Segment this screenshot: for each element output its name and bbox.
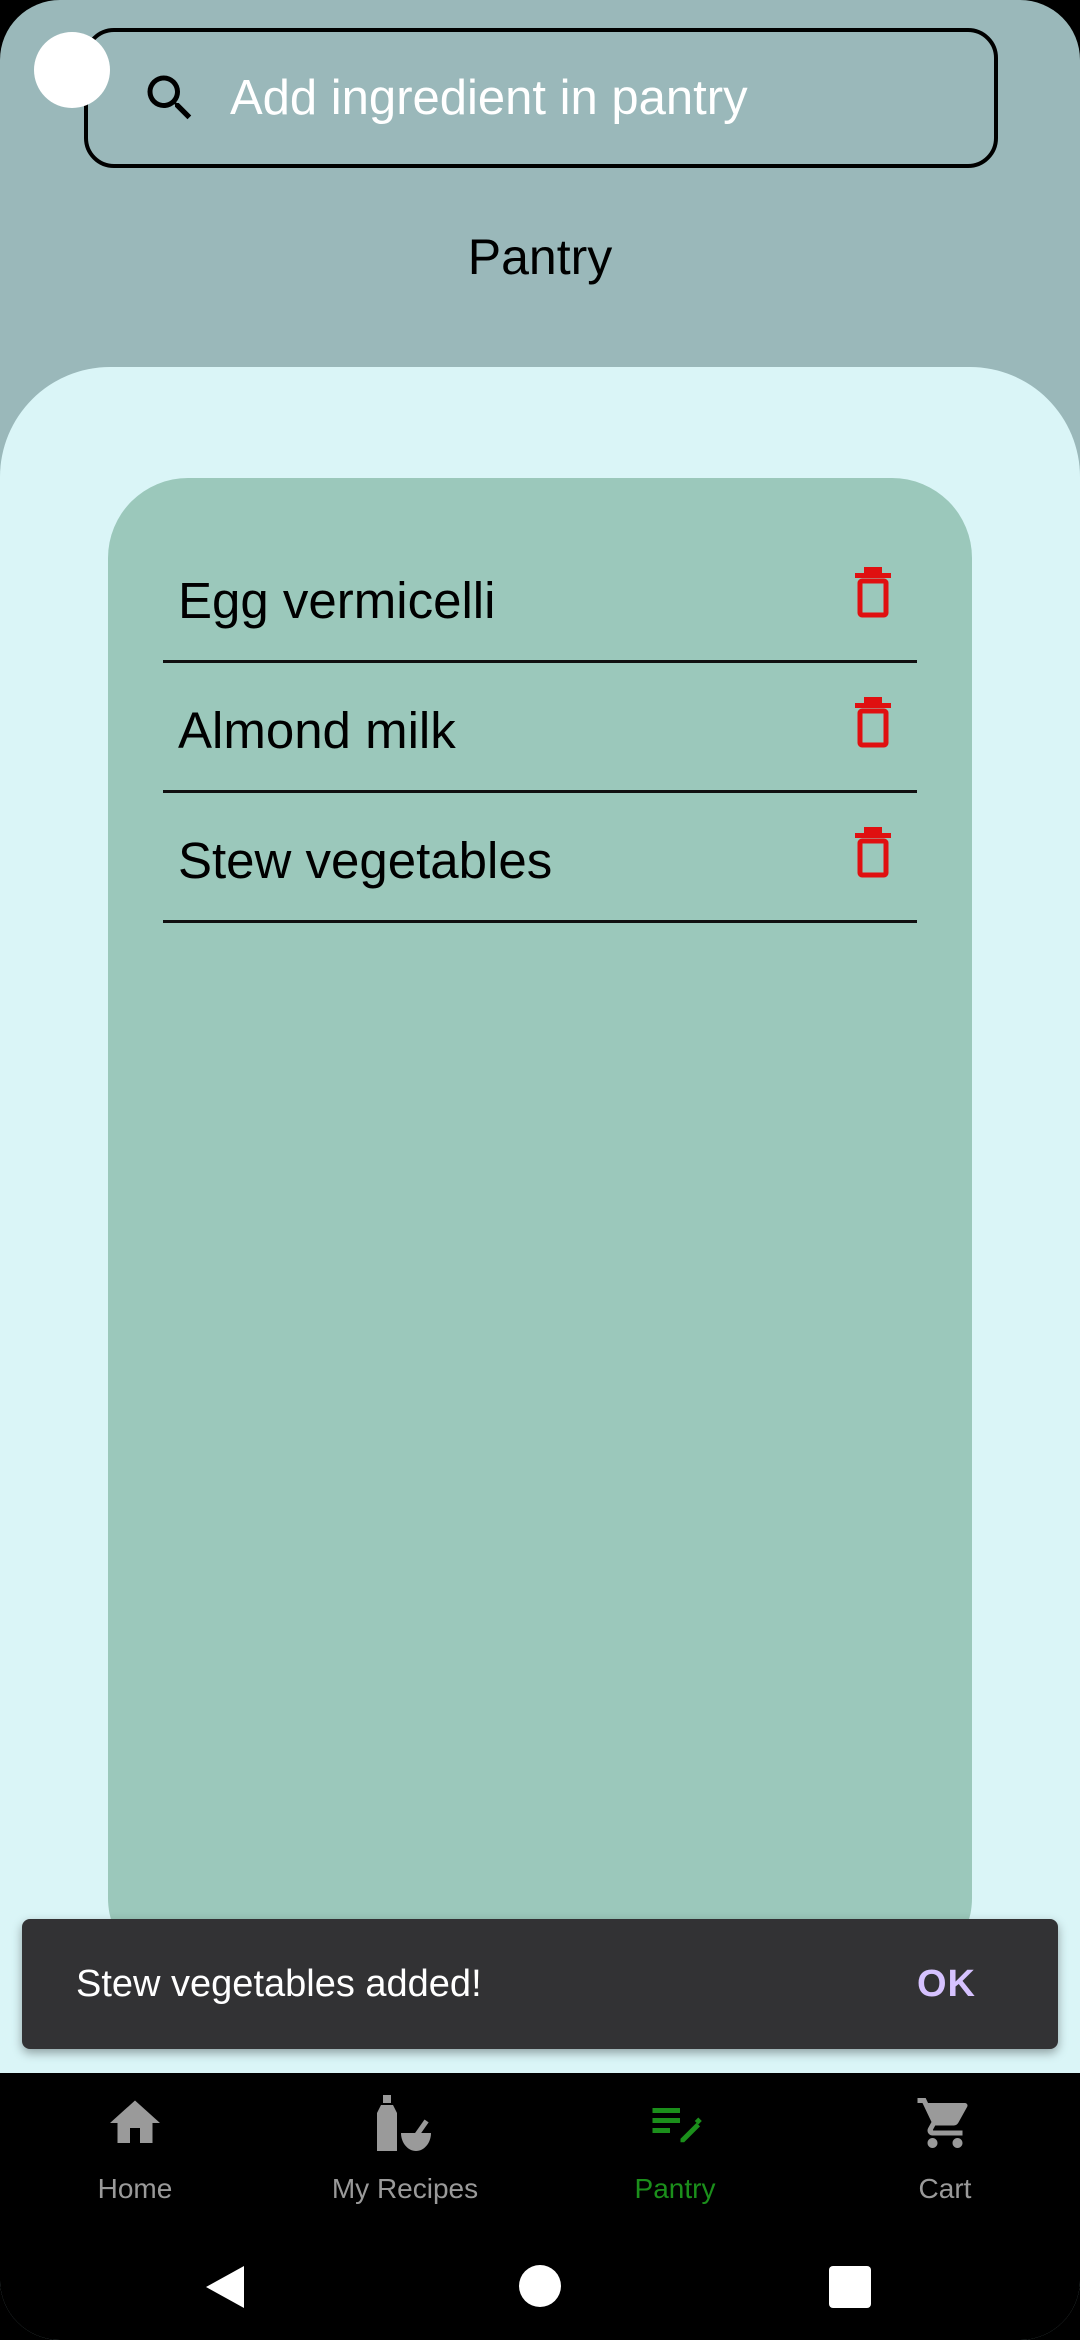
system-navigation-bar (0, 2240, 1080, 2340)
recipes-icon (377, 2095, 431, 2151)
camera-cutout (34, 32, 110, 108)
list-item: Stew vegetables (163, 793, 917, 923)
snackbar-message: Stew vegetables added! (76, 1963, 482, 2005)
app-screen: Add ingredient in pantry Pantry Egg verm… (0, 0, 1080, 2340)
nav-item-home[interactable]: Home (0, 2073, 270, 2233)
nav-item-cart[interactable]: Cart (810, 2073, 1080, 2233)
home-icon (110, 2100, 160, 2143)
nav-item-pantry[interactable]: Pantry (540, 2073, 810, 2233)
cart-icon (917, 2098, 968, 2148)
snackbar: Stew vegetables added! OK (22, 1919, 1058, 2049)
delete-icon[interactable] (853, 695, 893, 749)
delete-icon[interactable] (853, 825, 893, 879)
search-input[interactable]: Add ingredient in pantry (84, 28, 998, 168)
nav-item-my-recipes[interactable]: My Recipes (270, 2073, 540, 2233)
home-button-icon[interactable] (518, 2264, 562, 2308)
list-item: Egg vermicelli (163, 533, 917, 663)
snackbar-ok-button[interactable]: OK (917, 1919, 976, 2049)
delete-icon[interactable] (853, 565, 893, 619)
pantry-item-label: Egg vermicelli (178, 572, 496, 629)
search-icon (147, 75, 192, 120)
page-title: Pantry (467, 229, 613, 285)
pantry-item-label: Stew vegetables (178, 832, 553, 889)
pantry-edit-icon (652, 2108, 702, 2143)
nav-label: Cart (918, 2173, 972, 2204)
search-placeholder: Add ingredient in pantry (230, 71, 748, 125)
nav-label: Home (97, 2173, 173, 2204)
back-icon[interactable] (204, 2264, 246, 2310)
nav-label: Pantry (634, 2173, 716, 2204)
nav-label: My Recipes (331, 2173, 479, 2204)
recents-icon[interactable] (829, 2266, 871, 2308)
pantry-item-label: Almond milk (178, 702, 456, 759)
list-item: Almond milk (163, 663, 917, 793)
